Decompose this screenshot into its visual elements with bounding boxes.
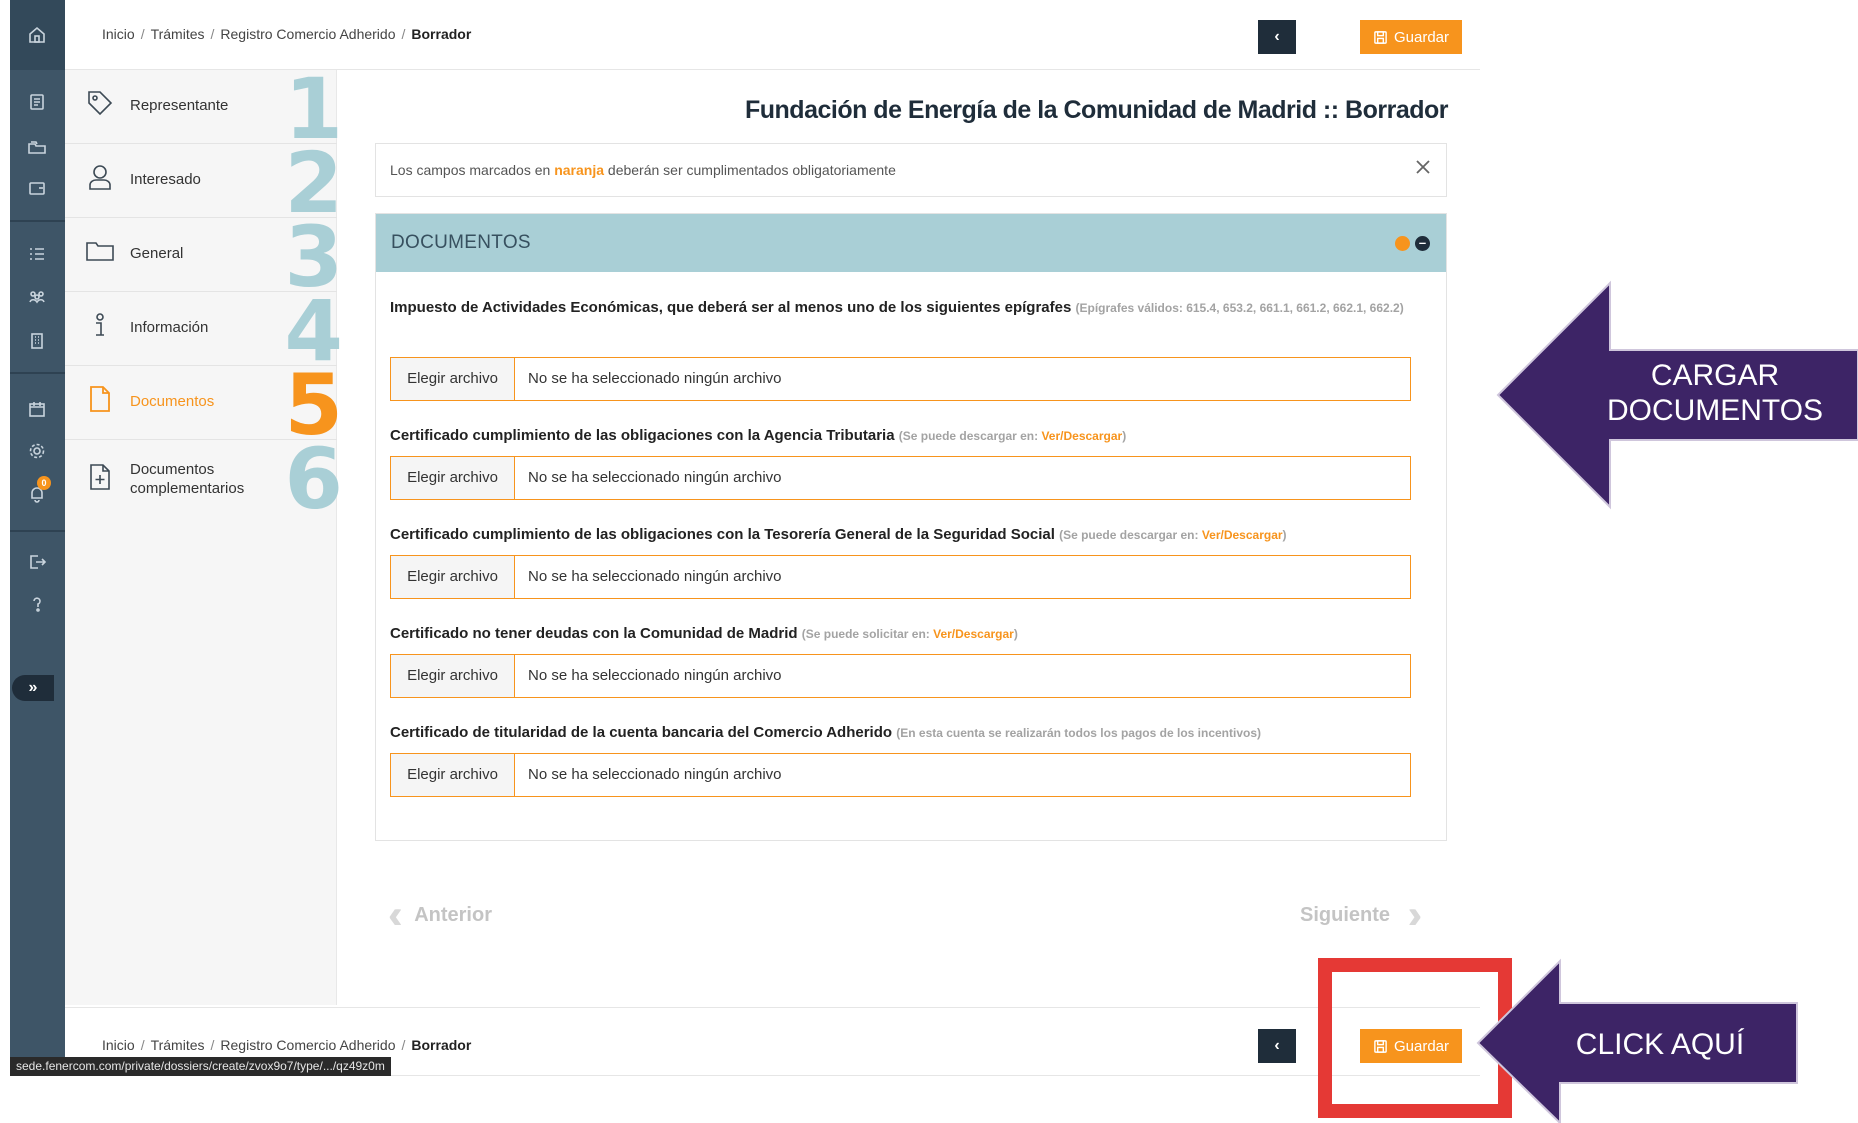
file-status: No se ha seleccionado ningún archivo [528, 370, 782, 387]
file-status: No se ha seleccionado ningún archivo [528, 667, 782, 684]
step-general[interactable]: General 3 [65, 212, 343, 302]
breadcrumb-registro-link[interactable]: Registro Comercio Adherido [220, 26, 395, 42]
document-icon [85, 384, 115, 414]
user-icon [85, 162, 115, 192]
step-informacion[interactable]: Información 4 [65, 286, 343, 376]
choose-file-button[interactable]: Elegir archivo [391, 358, 515, 400]
step-label: General [130, 245, 184, 262]
save-button[interactable]: Guardar [1360, 20, 1462, 54]
step-interesado[interactable]: Interesado 2 [65, 138, 343, 228]
bell-icon[interactable]: 0 [23, 476, 51, 508]
breadcrumb-home-link[interactable]: Inicio [102, 1037, 135, 1053]
panel-header: DOCUMENTOS – [376, 214, 1446, 272]
logout-icon[interactable] [23, 548, 51, 576]
building-icon[interactable] [23, 327, 51, 355]
document-label: Impuesto de Actividades Económicas, que … [390, 299, 1404, 316]
previous-button[interactable]: ‹‹ Anterior [388, 893, 492, 938]
required-indicator-icon [1395, 236, 1410, 251]
expand-sidebar-button[interactable]: » [12, 675, 54, 701]
file-status: No se ha seleccionado ningún archivo [528, 766, 782, 783]
collapse-icon[interactable]: – [1415, 236, 1430, 251]
choose-file-button[interactable]: Elegir archivo [391, 754, 515, 796]
download-link[interactable]: Ver/Descargar [933, 627, 1014, 641]
step-label: Documentos [130, 393, 215, 410]
breadcrumb-footer: Inicio / Trámites / Registro Comercio Adheri… [102, 1037, 472, 1053]
folders-icon[interactable] [23, 133, 51, 161]
users-icon[interactable] [23, 283, 51, 311]
panel-title: DOCUMENTOS [391, 232, 531, 253]
gear-icon[interactable] [23, 437, 51, 465]
download-link[interactable]: Ver/Descargar [1041, 429, 1122, 443]
breadcrumb-tramites-link[interactable]: Trámites [151, 1037, 205, 1053]
save-icon [1374, 30, 1387, 44]
status-url-tooltip: sede.fenercom.com/private/dossiers/creat… [10, 1057, 391, 1076]
breadcrumb: Inicio / Trámites / Registro Comercio Adheri… [102, 26, 472, 42]
documents-panel: DOCUMENTOS – Impuesto de Actividades Eco… [375, 213, 1447, 841]
notice-text: Los campos marcados en naranja deberán s… [390, 162, 896, 178]
step-number: 6 [284, 430, 343, 528]
next-label: Siguiente [1300, 903, 1391, 926]
double-chevron-left-icon: ‹‹ [388, 893, 401, 937]
choose-file-button[interactable]: Elegir archivo [391, 556, 515, 598]
file-input[interactable]: Elegir archivo No se ha seleccionado nin… [390, 357, 1411, 401]
wallet-icon[interactable] [23, 174, 51, 202]
back-button[interactable]: ‹ [1258, 20, 1296, 54]
notification-badge: 0 [37, 476, 51, 490]
step-label: Información [130, 319, 209, 336]
upload-annotation-text: CARGAR DOCUMENTOS [1606, 359, 1824, 427]
file-status: No se ha seleccionado ningún archivo [528, 568, 782, 585]
rail-divider [10, 372, 65, 374]
bottom-divider [65, 1007, 1480, 1008]
file-input[interactable]: Elegir archivo No se ha seleccionado nin… [390, 654, 1411, 698]
file-input[interactable]: Elegir archivo No se ha seleccionado nin… [390, 555, 1411, 599]
choose-file-button[interactable]: Elegir archivo [391, 655, 515, 697]
tag-icon [85, 88, 115, 118]
step-documentos[interactable]: Documentos 5 [65, 360, 343, 450]
page-title: Fundación de Energía de la Comunidad de … [744, 96, 1449, 124]
step-label: Interesado [130, 171, 201, 188]
rail-divider [10, 530, 65, 532]
file-input[interactable]: Elegir archivo No se ha seleccionado nin… [390, 456, 1411, 500]
document-label: Certificado no tener deudas con la Comun… [390, 625, 1018, 642]
step-documentos-complementarios[interactable]: Documentos complementarios 6 [65, 434, 343, 526]
breadcrumb-current: Borrador [411, 1037, 472, 1053]
info-icon [85, 310, 115, 340]
home-icon[interactable] [23, 21, 51, 49]
help-icon[interactable] [23, 590, 51, 618]
step-label: Representante [130, 97, 229, 114]
document-add-icon [85, 462, 115, 492]
left-rail: 0 [10, 0, 65, 1060]
back-button-footer[interactable]: ‹ [1258, 1029, 1296, 1063]
choose-file-button[interactable]: Elegir archivo [391, 457, 515, 499]
notice-highlight: naranja [554, 162, 605, 178]
step-representante[interactable]: Representante 1 [65, 64, 343, 154]
file-input[interactable]: Elegir archivo No se ha seleccionado nin… [390, 753, 1411, 797]
step-label: Documentos complementarios [130, 461, 245, 497]
document-label: Certificado de titularidad de la cuenta … [390, 724, 1262, 741]
save-button-label: Guardar [1393, 28, 1450, 46]
steps-sidebar: Representante 1 Interesado 2 General 3 I… [65, 64, 343, 1005]
previous-label: Anterior [414, 903, 492, 926]
close-icon[interactable] [1412, 156, 1434, 178]
download-link[interactable]: Ver/Descargar [1202, 528, 1283, 542]
breadcrumb-registro-link[interactable]: Registro Comercio Adherido [220, 1037, 395, 1053]
file-status: No se ha seleccionado ningún archivo [528, 469, 782, 486]
checklist-icon[interactable] [23, 240, 51, 268]
folder-icon [85, 236, 115, 266]
breadcrumb-current: Borrador [411, 26, 472, 42]
rail-divider [10, 220, 65, 222]
document-label: Certificado cumplimiento de las obligaci… [390, 526, 1287, 543]
breadcrumb-tramites-link[interactable]: Trámites [151, 26, 205, 42]
required-fields-notice: Los campos marcados en naranja deberán s… [375, 143, 1447, 197]
app-window: 0 » Inicio / Trámites / Registro Comercio Ad… [0, 0, 1858, 1123]
document-label: Certificado cumplimiento de las obligaci… [390, 427, 1127, 444]
next-button[interactable]: Siguiente ›› [1300, 893, 1421, 938]
calendar-icon[interactable] [23, 395, 51, 423]
click-annotation-text: CLICK AQUÍ [1575, 1028, 1745, 1061]
breadcrumb-home-link[interactable]: Inicio [102, 26, 135, 42]
double-chevron-right-icon: ›› [1407, 893, 1421, 937]
list-doc-icon[interactable] [23, 88, 51, 116]
rail-home-area [10, 0, 65, 70]
